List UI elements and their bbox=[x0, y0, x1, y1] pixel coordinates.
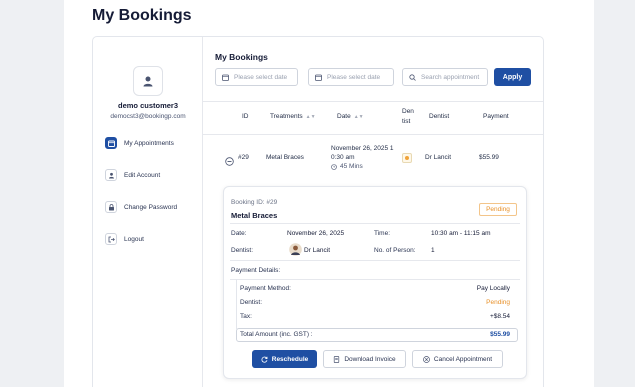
reschedule-icon bbox=[261, 356, 268, 363]
payment-details-label: Payment Details: bbox=[231, 267, 281, 274]
page-title: My Bookings bbox=[92, 7, 192, 24]
dentist-status-value: Pending bbox=[486, 299, 510, 306]
lock-icon bbox=[105, 201, 117, 213]
payment-method-value: Pay Locally bbox=[476, 285, 510, 292]
date-from-input[interactable]: Please select date bbox=[215, 68, 298, 86]
sidebar-item-label: Change Password bbox=[124, 203, 178, 211]
tax-label: Tax: bbox=[240, 313, 252, 320]
sidebar-item-label: Edit Account bbox=[124, 171, 161, 179]
column-header-dentist: Dentist bbox=[429, 113, 450, 120]
collapse-icon[interactable] bbox=[225, 153, 234, 171]
calendar-icon bbox=[222, 74, 229, 81]
sidebar-item-logout[interactable]: Logout bbox=[105, 232, 144, 246]
avatar bbox=[133, 66, 163, 96]
row-id: #29 bbox=[238, 154, 249, 161]
date-from-placeholder: Please select date bbox=[234, 73, 288, 81]
persons-value: 1 bbox=[431, 247, 435, 254]
column-header-label: Treatments bbox=[270, 113, 303, 120]
status-indicator bbox=[402, 153, 412, 163]
search-icon bbox=[409, 73, 416, 81]
section-title: My Bookings bbox=[215, 52, 268, 62]
booking-detail-panel: Booking ID: #29 Metal Braces Pending Dat… bbox=[223, 186, 527, 379]
reschedule-label: Reschedule bbox=[271, 355, 309, 363]
user-email: democst3@bookingp.com bbox=[110, 113, 186, 120]
reschedule-button[interactable]: Reschedule bbox=[252, 350, 317, 368]
detail-divider bbox=[230, 223, 520, 224]
sort-icon: ▲▼ bbox=[353, 114, 364, 120]
sidebar-item-label: My Appointments bbox=[124, 139, 174, 147]
total-label: Total Amount (inc. GST) : bbox=[240, 331, 313, 338]
user-avatar-icon bbox=[143, 76, 153, 87]
sidebar-item-change-password[interactable]: Change Password bbox=[105, 200, 177, 214]
date-to-input[interactable]: Please select date bbox=[308, 68, 394, 86]
date-label: Date: bbox=[231, 230, 247, 237]
duration-text: 45 Mins bbox=[340, 163, 363, 170]
total-value: $55.99 bbox=[490, 331, 510, 338]
date-to-placeholder: Please select date bbox=[327, 73, 381, 81]
sidebar-item-edit-account[interactable]: Edit Account bbox=[105, 168, 160, 182]
download-invoice-button[interactable]: Download Invoice bbox=[323, 350, 406, 368]
row-dentist: Dr Lancit bbox=[425, 154, 452, 161]
row-payment: $55.99 bbox=[479, 154, 499, 161]
column-header-treatments[interactable]: Treatments ▲▼ bbox=[270, 113, 316, 120]
time-value: 10:30 am - 11:15 am bbox=[431, 230, 491, 237]
cancel-appointment-label: Cancel Appointment bbox=[433, 355, 493, 363]
search-placeholder: Search appointment bbox=[421, 73, 480, 81]
column-header-payment: Payment bbox=[483, 113, 509, 120]
row-treatment: Metal Braces bbox=[266, 154, 304, 161]
user-name: demo customer3 bbox=[117, 101, 179, 110]
download-invoice-label: Download Invoice bbox=[344, 355, 396, 363]
dentist-avatar bbox=[289, 243, 302, 261]
page-container: My Bookings demo customer3 democst3@book… bbox=[64, 0, 594, 387]
persons-label: No. of Person: bbox=[374, 247, 416, 254]
column-header-id: ID bbox=[242, 113, 249, 120]
sidebar-item-my-appointments[interactable]: My Appointments bbox=[105, 136, 174, 150]
time-label: Time: bbox=[374, 230, 391, 237]
cancel-appointment-button[interactable]: Cancel Appointment bbox=[412, 350, 503, 368]
row-duration: 45 Mins bbox=[331, 163, 363, 170]
detail-treatment: Metal Braces bbox=[231, 211, 278, 220]
status-badge: Pending bbox=[479, 203, 517, 216]
calendar-icon bbox=[105, 137, 117, 149]
row-date: November 26, 2025 1 bbox=[331, 145, 394, 152]
row-time: 0:30 am bbox=[331, 154, 355, 161]
table-header-border bbox=[203, 134, 543, 135]
dentist-label: Dentist: bbox=[231, 247, 254, 254]
sidebar-divider bbox=[202, 37, 203, 387]
calendar-icon bbox=[315, 74, 322, 81]
dentist-value: Dr Lancit bbox=[304, 247, 331, 254]
pending-dot-icon bbox=[405, 156, 409, 160]
logout-icon bbox=[105, 233, 117, 245]
tax-value: +$8.54 bbox=[489, 313, 510, 320]
detail-divider bbox=[230, 260, 520, 261]
payment-method-label: Payment Method: bbox=[240, 285, 291, 292]
clock-icon bbox=[331, 163, 337, 170]
apply-button[interactable]: Apply bbox=[494, 68, 531, 86]
user-icon bbox=[105, 169, 117, 181]
sidebar-item-label: Logout bbox=[124, 235, 144, 243]
column-header-label: Date bbox=[337, 113, 351, 120]
document-icon bbox=[334, 355, 340, 363]
booking-id: Booking ID: #29 bbox=[231, 199, 278, 206]
sort-icon: ▲▼ bbox=[305, 114, 316, 120]
date-value: November 26, 2025 bbox=[287, 230, 345, 237]
dentist-status-label: Dentist: bbox=[240, 299, 263, 306]
search-input[interactable]: Search appointment bbox=[402, 68, 488, 86]
column-header-date[interactable]: Date ▲▼ bbox=[337, 113, 364, 120]
cancel-icon bbox=[423, 355, 430, 363]
column-header-dentist-status: Dentist bbox=[402, 108, 414, 125]
table-top-border bbox=[203, 101, 543, 102]
